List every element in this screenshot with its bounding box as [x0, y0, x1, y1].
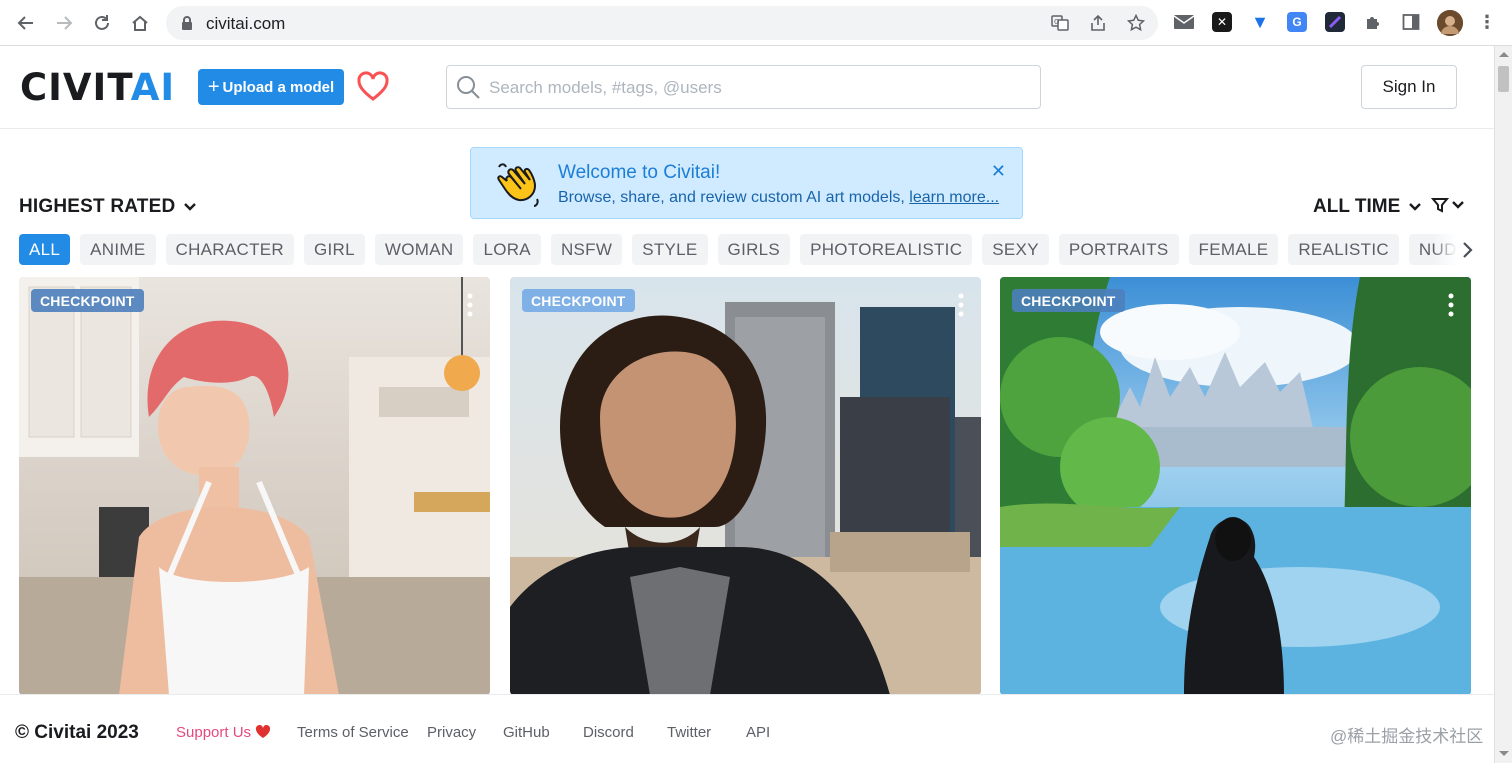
search-icon — [455, 74, 481, 105]
card-menu-icon[interactable] — [957, 293, 965, 317]
tag-girls[interactable]: GIRLS — [717, 234, 791, 265]
model-type-badge: CHECKPOINT — [31, 289, 144, 312]
sign-in-button[interactable]: Sign In — [1361, 65, 1457, 109]
home-icon[interactable] — [128, 11, 152, 35]
scroll-up-arrow-icon[interactable] — [1499, 52, 1509, 57]
plus-icon: + — [207, 76, 220, 98]
chevron-right-icon[interactable] — [1433, 234, 1473, 266]
filter-button[interactable] — [1431, 196, 1465, 214]
welcome-body: Browse, share, and review custom AI art … — [558, 189, 1000, 206]
chevron-down-icon — [184, 203, 197, 211]
model-card[interactable]: CHECKPOINT — [1000, 277, 1471, 695]
site-header: CIVITAI + Upload a model Search models, … — [0, 46, 1494, 129]
scroll-down-arrow-icon[interactable] — [1499, 751, 1509, 756]
period-label: ALL TIME — [1313, 196, 1401, 217]
kebab-menu-icon[interactable]: ⋮ — [1477, 12, 1497, 32]
tag-female[interactable]: FEMALE — [1188, 234, 1279, 265]
tag-photorealistic[interactable]: PHOTOREALISTIC — [800, 234, 973, 265]
extension-x-icon[interactable]: ✕ — [1212, 12, 1232, 32]
tag-nsfw[interactable]: NSFW — [550, 234, 623, 265]
tag-filter-bar: ALL ANIME CHARACTER GIRL WOMAN LORA NSFW STYLE G… — [19, 234, 1473, 266]
lock-icon[interactable] — [180, 15, 194, 36]
model-preview-image[interactable] — [19, 277, 490, 695]
sort-label: HIGHEST RATED — [19, 196, 176, 217]
welcome-title: Welcome to Civitai! — [558, 162, 721, 183]
model-type-badge: CHECKPOINT — [1012, 289, 1125, 312]
translate-icon[interactable]: G — [1050, 13, 1070, 33]
favorites-heart-icon[interactable] — [356, 71, 390, 105]
bookmark-star-icon[interactable] — [1126, 13, 1146, 33]
upload-model-label: Upload a model — [222, 78, 335, 96]
terms-of-service-link[interactable]: Terms of Service — [297, 724, 409, 741]
heart-icon — [256, 724, 271, 738]
model-preview-image[interactable] — [510, 277, 981, 695]
tag-sexy[interactable]: SEXY — [982, 234, 1049, 265]
api-link[interactable]: API — [746, 724, 770, 741]
tag-list: ALL ANIME CHARACTER GIRL WOMAN LORA NSFW STYLE G… — [19, 234, 1473, 265]
forward-icon[interactable] — [52, 11, 76, 35]
civitai-logo[interactable]: CIVITAI — [20, 69, 175, 106]
tag-portraits[interactable]: PORTRAITS — [1058, 234, 1179, 265]
chevron-down-icon — [1409, 203, 1422, 211]
tag-style[interactable]: STYLE — [632, 234, 708, 265]
back-icon[interactable] — [14, 11, 38, 35]
search-placeholder: Search models, #tags, @users — [489, 78, 722, 97]
model-card[interactable]: CHECKPOINT — [510, 277, 981, 695]
welcome-banner: Welcome to Civitai! Browse, share, and r… — [470, 147, 1023, 219]
chevron-down-icon — [1452, 201, 1464, 209]
filter-icon — [1431, 198, 1449, 213]
watermark-text: @稀土掘金技术社区 — [1330, 727, 1484, 746]
card-menu-icon[interactable] — [466, 293, 474, 317]
tag-character[interactable]: CHARACTER — [165, 234, 294, 265]
site-footer: © Civitai 2023 Support Us Terms of Servi… — [0, 694, 1494, 763]
search-input[interactable]: Search models, #tags, @users — [446, 65, 1041, 109]
extension-dark-icon[interactable] — [1325, 12, 1345, 32]
tag-lora[interactable]: LORA — [473, 234, 541, 265]
address-bar[interactable]: civitai.com G — [166, 6, 1158, 40]
tag-all[interactable]: ALL — [19, 234, 71, 265]
upload-model-button[interactable]: + Upload a model — [198, 69, 344, 105]
model-preview-image[interactable] — [1000, 277, 1471, 695]
sort-dropdown[interactable]: HIGHEST RATED — [19, 196, 197, 218]
page-scrollbar[interactable] — [1494, 46, 1512, 763]
reload-icon[interactable] — [90, 11, 114, 35]
mail-icon[interactable] — [1174, 12, 1194, 32]
model-type-badge: CHECKPOINT — [522, 289, 635, 312]
scrollbar-thumb[interactable] — [1498, 66, 1509, 92]
extension-v-icon[interactable]: ▼ — [1250, 12, 1270, 32]
puzzle-icon[interactable] — [1363, 12, 1383, 32]
svg-text:G: G — [1054, 18, 1059, 26]
support-us-link[interactable]: Support Us — [176, 724, 271, 741]
translate-extension-icon[interactable]: G — [1287, 12, 1307, 32]
url-text[interactable]: civitai.com — [206, 14, 285, 34]
github-link[interactable]: GitHub — [503, 724, 550, 741]
tag-girl[interactable]: GIRL — [304, 234, 365, 265]
discord-link[interactable]: Discord — [583, 724, 634, 741]
waving-hand-icon — [493, 159, 545, 211]
card-menu-icon[interactable] — [1447, 293, 1455, 317]
learn-more-link[interactable]: learn more... — [909, 189, 999, 206]
side-panel-icon[interactable] — [1401, 12, 1421, 32]
privacy-link[interactable]: Privacy — [427, 724, 476, 741]
tag-anime[interactable]: ANIME — [80, 234, 156, 265]
browser-toolbar: civitai.com G ✕ ▼ G ⋮ — [0, 0, 1512, 46]
model-card[interactable]: CHECKPOINT — [19, 277, 490, 695]
period-dropdown[interactable]: ALL TIME — [1313, 196, 1422, 218]
close-icon[interactable]: ✕ — [991, 161, 1006, 182]
twitter-link[interactable]: Twitter — [667, 724, 711, 741]
tag-woman[interactable]: WOMAN — [374, 234, 464, 265]
profile-avatar[interactable] — [1437, 10, 1463, 36]
share-icon[interactable] — [1088, 13, 1108, 33]
tag-realistic[interactable]: REALISTIC — [1288, 234, 1399, 265]
copyright-text: © Civitai 2023 — [15, 722, 139, 743]
